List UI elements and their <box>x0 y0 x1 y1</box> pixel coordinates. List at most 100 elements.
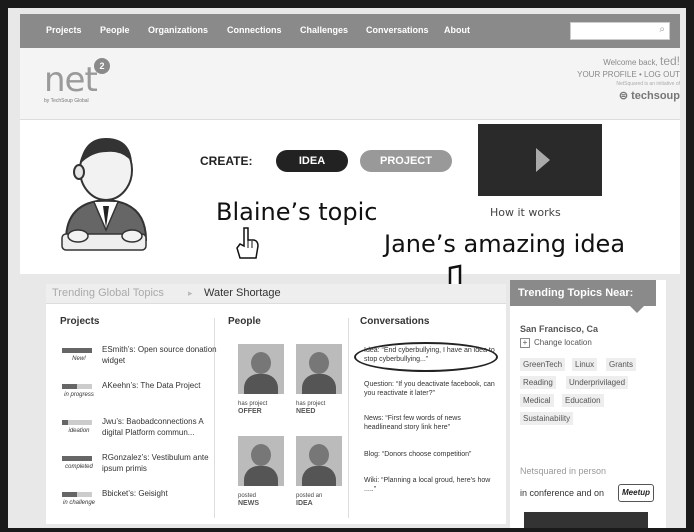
nav-organizations[interactable]: Organizations <box>148 25 208 35</box>
conversation-item[interactable]: Wiki: “Planning a local groud, here’s ho… <box>364 476 500 494</box>
how-it-works-label: How it works <box>490 206 561 219</box>
tag-underprivilaged[interactable]: Underprivilaged <box>566 376 629 389</box>
project-status: New! <box>72 356 86 362</box>
project-item[interactable]: in progress AKeehn’s: The Data Project <box>60 380 220 414</box>
conference-text: in conference and on <box>520 488 605 498</box>
tag-medical[interactable]: Medical <box>520 394 554 407</box>
caption-small: posted <box>238 493 257 499</box>
create-idea-button[interactable]: IDEA <box>276 150 348 172</box>
caption-big: IDEA <box>296 500 313 507</box>
person-photo[interactable] <box>296 436 342 486</box>
project-status: ideation <box>68 428 90 434</box>
projects-heading: Projects <box>60 316 100 327</box>
project-item[interactable]: completed RGonzalez’s: Vestibulum ante i… <box>60 452 220 486</box>
tag-education[interactable]: Education <box>562 394 604 407</box>
user-avatar-illustration <box>61 138 148 251</box>
nav-people[interactable]: People <box>100 25 130 35</box>
person-photo[interactable] <box>238 436 284 486</box>
create-project-button[interactable]: PROJECT <box>360 150 452 172</box>
trending-global-label: Trending Global Topics <box>52 287 164 299</box>
location-name: San Francisco, Ca <box>520 324 599 334</box>
logout-link[interactable]: LOG OUT <box>644 70 680 79</box>
nav-challenges[interactable]: Challenges <box>300 25 348 35</box>
conversation-item[interactable]: Question: “If you deactivate facebook, c… <box>364 380 500 398</box>
search-input[interactable]: ⌕ <box>570 22 670 40</box>
nav-about[interactable]: About <box>444 25 470 35</box>
tag-reading[interactable]: Reading <box>520 376 556 389</box>
project-item[interactable]: ideation Jwu’s: Baobadconnections A digi… <box>60 416 220 450</box>
site-header: net 2 by TechSoup Global Welcome back, t… <box>20 48 680 120</box>
nav-conversations[interactable]: Conversations <box>366 25 429 35</box>
tag-grants[interactable]: Grants <box>606 358 637 371</box>
tag-greentech[interactable]: GreenTech <box>520 358 566 371</box>
progress-bar <box>62 420 92 425</box>
how-it-works-video[interactable] <box>478 124 602 196</box>
project-item[interactable]: New! ESmith’s: Open source donation widg… <box>60 344 220 378</box>
conversation-item[interactable]: Blog: “Donors choose competition” <box>364 450 500 459</box>
project-title: RGonzalez’s: Vestibulum ante ipsum primi… <box>102 453 209 473</box>
progress-fill <box>62 348 92 353</box>
progress-bar <box>62 492 92 497</box>
project-status: in progress <box>64 392 94 398</box>
person-photo[interactable] <box>238 344 284 394</box>
tag-linux[interactable]: Linux <box>572 358 598 371</box>
project-status: completed <box>65 464 93 470</box>
conversation-item[interactable]: Idea: “End cyberbullying, I have an idea… <box>364 346 500 364</box>
project-title: Bbicket’s: Geisight <box>102 489 168 498</box>
trending-topic[interactable]: Water Shortage <box>204 287 281 299</box>
conversations-heading: Conversations <box>360 316 430 327</box>
hero-section: CREATE: IDEA PROJECT How it works Blaine… <box>20 120 680 274</box>
breadcrumb-arrow-icon: ▸ <box>188 288 193 298</box>
person-caption: posted NEWS <box>238 492 259 508</box>
project-title: Jwu’s: Baobadconnections A digital Platf… <box>102 417 204 437</box>
tag-sustainability[interactable]: Sustainability <box>520 412 574 425</box>
trending-global-bar: Trending Global Topics ▸ Water Shortage <box>46 284 506 304</box>
annotation-blaine-topic: Blaine’s topic <box>216 198 378 226</box>
annotation-jane-idea: Jane’s amazing idea <box>384 230 626 258</box>
conversation-item[interactable]: News: “First few words of news headlinea… <box>364 414 500 432</box>
play-icon[interactable] <box>536 148 550 172</box>
change-location-label: Change location <box>534 338 592 347</box>
person-caption: has project NEED <box>296 400 325 416</box>
project-title: AKeehn’s: The Data Project <box>102 381 201 390</box>
person-photo[interactable] <box>296 344 342 394</box>
person-caption: posted an IDEA <box>296 492 322 508</box>
project-title: ESmith’s: Open source donation widget <box>102 345 217 365</box>
logo-byline: by TechSoup Global <box>44 98 89 104</box>
progress-bar <box>62 456 92 461</box>
initiative-text: NetSquared is an initiative of <box>616 81 680 87</box>
netsquared-in-person-heading: Netsquared in person <box>520 466 607 476</box>
top-navigation: Projects People Organizations Connection… <box>20 14 680 48</box>
event-photos[interactable] <box>524 512 648 528</box>
caption-small: has project <box>296 401 326 407</box>
people-heading: People <box>228 316 261 327</box>
plus-icon: + <box>520 338 530 348</box>
pointing-hand-icon <box>236 227 259 259</box>
project-item[interactable]: in challenge Bbicket’s: Geisight <box>60 488 220 522</box>
change-location-link[interactable]: + Change location <box>520 338 592 348</box>
sidebar-title: Trending Topics Near: <box>510 280 656 313</box>
profile-link[interactable]: YOUR PROFILE <box>577 70 637 79</box>
person-caption: has project OFFER <box>238 400 267 416</box>
logo-text: net <box>44 60 98 100</box>
techsoup-icon: ⊜ <box>618 90 632 102</box>
caption-small: posted an <box>296 493 323 499</box>
progress-fill <box>62 384 77 389</box>
techsoup-text: techsoup <box>631 90 680 102</box>
welcome-box: Welcome back, ted! YOUR PROFILE • LOG OU… <box>577 54 680 102</box>
username: ted! <box>659 54 680 68</box>
logo-badge: 2 <box>94 58 110 74</box>
nav-projects[interactable]: Projects <box>46 25 82 35</box>
local-trending-sidebar: Trending Topics Near: San Francisco, Ca … <box>510 280 666 528</box>
progress-bar <box>62 384 92 389</box>
link-separator: • <box>638 70 642 79</box>
caption-big: OFFER <box>238 408 262 415</box>
netsquared-logo[interactable]: net 2 by TechSoup Global <box>44 58 110 104</box>
progress-fill <box>62 420 68 425</box>
search-icon[interactable]: ⌕ <box>659 24 665 35</box>
techsoup-logo[interactable]: ⊜ techsoup <box>577 89 680 102</box>
page-frame: Projects People Organizations Connection… <box>8 8 686 528</box>
meetup-logo[interactable]: Meetup <box>618 484 654 502</box>
nav-connections[interactable]: Connections <box>227 25 282 35</box>
progress-bar <box>62 348 92 353</box>
